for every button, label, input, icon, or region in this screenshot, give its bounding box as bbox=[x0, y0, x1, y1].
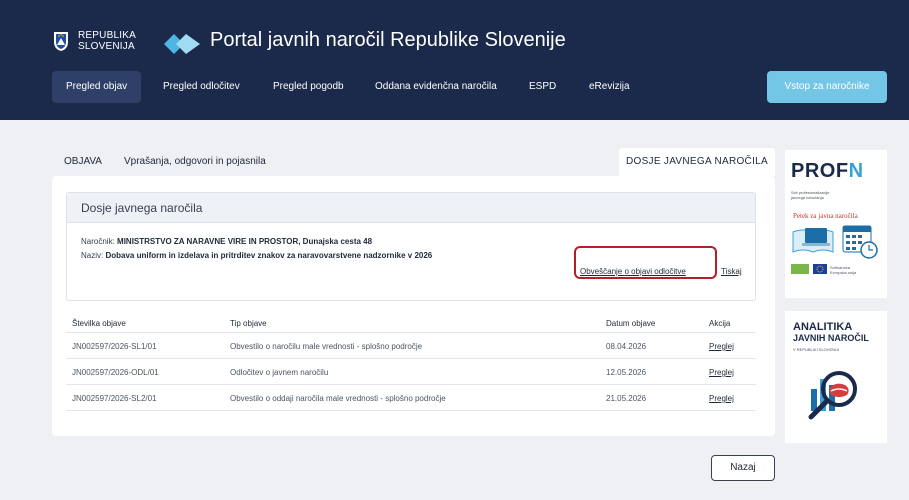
nav-pregled-objav[interactable]: Pregled objav bbox=[52, 71, 142, 103]
profn-small-2: javnega naročanja bbox=[791, 195, 824, 200]
site-title[interactable]: Portal javnih naročil Republike Slovenij… bbox=[210, 29, 566, 52]
naziv-value: Dobava uniform in izdelava in pritrditev… bbox=[105, 251, 433, 260]
portal-logo-icon[interactable] bbox=[162, 32, 202, 56]
cell-datum: 12.05.2026 bbox=[606, 368, 647, 377]
laptop-calendar-icon bbox=[792, 225, 878, 259]
profn-title-n: N bbox=[848, 160, 864, 182]
preglej-link[interactable]: Preglej bbox=[709, 342, 734, 351]
tab-bar: OBJAVA Vprašanja, odgovori in pojasnila … bbox=[52, 148, 775, 176]
cell-stevilka: JN002597/2026-ODL/01 bbox=[72, 368, 159, 377]
profn-title-text: PROF bbox=[791, 160, 849, 182]
crest-line-1: REPUBLIKA bbox=[78, 30, 136, 41]
narocnik-label: Naročnik: bbox=[81, 237, 115, 246]
slovenia-crest-icon bbox=[54, 32, 68, 51]
obvescanje-link[interactable]: Obveščanje o objavi odločitve bbox=[580, 267, 686, 276]
profn-subtitle: Petek za javna naročila bbox=[793, 212, 858, 220]
naziv-label: Naziv: bbox=[81, 251, 104, 260]
eu-flag-icon bbox=[813, 264, 827, 274]
eu-small-2: Evropska unija bbox=[830, 270, 857, 275]
cell-datum: 21.05.2026 bbox=[606, 394, 647, 403]
profn-banner[interactable]: PROFN Svit profesionalizacije javnega na… bbox=[785, 150, 887, 298]
tiskaj-link[interactable]: Tiskaj bbox=[721, 267, 742, 276]
dosje-panel: Dosje javnega naročila Naročnik: MINISTR… bbox=[66, 192, 756, 301]
dosje-title: Dosje javnega naročila bbox=[67, 193, 755, 223]
cell-tip: Obvestilo o naročilu male vrednosti - sp… bbox=[230, 342, 423, 351]
cell-stevilka: JN002597/2026-SL1/01 bbox=[72, 342, 157, 351]
cell-stevilka: JN002597/2026-SL2/01 bbox=[72, 394, 157, 403]
back-button[interactable]: Nazaj bbox=[711, 455, 775, 481]
crest-label: REPUBLIKA SLOVENIJA bbox=[78, 30, 136, 52]
profn-title: PROFN bbox=[791, 160, 864, 183]
cell-datum: 08.04.2026 bbox=[606, 342, 647, 351]
cell-tip: Obvestilo o oddaji naročila male vrednos… bbox=[230, 394, 446, 403]
analitika-subtitle: V REPUBLIKI SLOVENIJI bbox=[793, 347, 840, 352]
green-logo-icon bbox=[791, 264, 809, 274]
analitika-line-2: JAVNIH NAROČIL bbox=[793, 333, 869, 343]
crest-line-2: SLOVENIJA bbox=[78, 41, 135, 52]
analytics-magnifier-icon bbox=[808, 371, 857, 420]
cell-tip: Odločitev o javnem naročilu bbox=[230, 368, 329, 377]
table-row: JN002597/2026-SL1/01 Obvestilo o naročil… bbox=[66, 332, 756, 358]
nav-espd[interactable]: ESPD bbox=[529, 71, 556, 103]
table-row: JN002597/2026-SL2/01 Obvestilo o oddaji … bbox=[66, 384, 756, 410]
tab-vprasanja[interactable]: Vprašanja, odgovori in pojasnila bbox=[124, 156, 266, 167]
nav-erevizija[interactable]: eRevizija bbox=[589, 71, 630, 103]
nav-pregled-odlocitev[interactable]: Pregled odločitev bbox=[163, 71, 240, 103]
login-button[interactable]: Vstop za naročnike bbox=[767, 71, 887, 103]
nav-oddana-evidencna-narocila[interactable]: Oddana evidenčna naročila bbox=[375, 71, 497, 103]
col-tip: Tip objave bbox=[230, 319, 267, 328]
narocnik-value: MINISTRSTVO ZA NARAVNE VIRE IN PROSTOR, … bbox=[117, 237, 373, 246]
narocnik-row: Naročnik: MINISTRSTVO ZA NARAVNE VIRE IN… bbox=[81, 237, 372, 246]
analitika-banner[interactable]: ANALITIKA JAVNIH NAROČIL V REPUBLIKI SLO… bbox=[785, 311, 887, 443]
col-datum: Datum objave bbox=[606, 319, 656, 328]
col-stevilka: Številka objave bbox=[72, 319, 126, 328]
naziv-row: Naziv: Dobava uniform in izdelava in pri… bbox=[81, 251, 432, 260]
col-akcija: Akcija bbox=[709, 319, 731, 328]
site-header: REPUBLIKA SLOVENIJA Portal javnih naroči… bbox=[0, 0, 909, 120]
nav-pregled-pogodb[interactable]: Pregled pogodb bbox=[273, 71, 344, 103]
preglej-link[interactable]: Preglej bbox=[709, 368, 734, 377]
analitika-line-1: ANALITIKA bbox=[793, 321, 853, 333]
main-card: Dosje javnega naročila Naročnik: MINISTR… bbox=[52, 176, 775, 436]
preglej-link[interactable]: Preglej bbox=[709, 394, 734, 403]
tab-objava[interactable]: OBJAVA bbox=[64, 156, 102, 167]
tab-dosje[interactable]: DOSJE JAVNEGA NAROČILA bbox=[619, 148, 775, 176]
table-row: JN002597/2026-ODL/01 Odločitev o javnem … bbox=[66, 358, 756, 384]
table-divider bbox=[66, 410, 756, 411]
